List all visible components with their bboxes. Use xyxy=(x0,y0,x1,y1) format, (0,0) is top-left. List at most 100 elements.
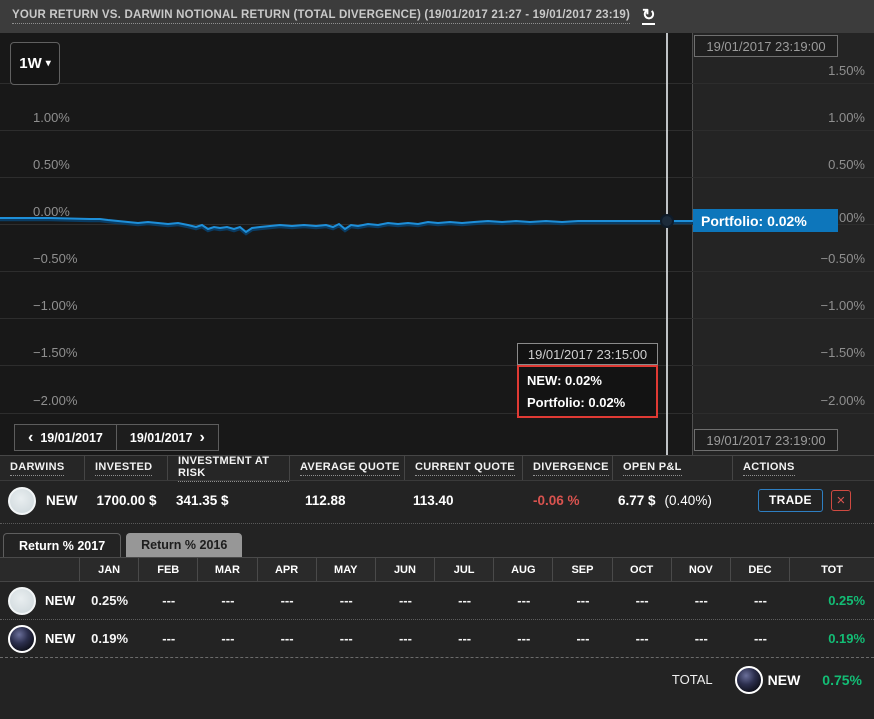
chart-tooltip: 19/01/2017 23:15:00 NEW: 0.02% Portfolio… xyxy=(517,343,658,418)
close-icon: × xyxy=(836,492,845,509)
chevron-down-icon: ▾ xyxy=(46,58,51,69)
y-axis-label-left: 0.00% xyxy=(33,204,70,219)
month-value-sep: --- xyxy=(553,631,612,646)
y-axis-label-left: −1.00% xyxy=(33,298,77,313)
divergence-value: -0.06 % xyxy=(523,493,613,508)
month-value-jan: 0.19% xyxy=(80,631,139,646)
column-header-mar: MAR xyxy=(198,558,257,581)
open-pl-percent: (0.40%) xyxy=(665,493,712,508)
month-value-jul: --- xyxy=(435,593,494,608)
crosshair-line xyxy=(666,33,668,455)
prev-date-button[interactable]: ‹ 19/01/2017 xyxy=(14,424,117,451)
returns-row-1: NEW 0.25% --- --- --- --- --- --- --- --… xyxy=(0,582,874,619)
tooltip-portfolio-value: Portfolio: 0.02% xyxy=(527,395,648,410)
column-header-aug: AUG xyxy=(494,558,553,581)
chevron-right-icon: › xyxy=(199,430,204,446)
total-return-value: 0.25% xyxy=(790,593,874,608)
position-row: NEW 1700.00 $ 341.35 $ 112.88 113.40 -0.… xyxy=(0,481,874,520)
month-value-mar: --- xyxy=(198,631,257,646)
positions-table-header: DARWINS INVESTED INVESTMENT AT RISK AVER… xyxy=(0,455,874,481)
month-value-mar: --- xyxy=(198,593,257,608)
y-axis-label-right: 1.50% xyxy=(828,63,865,78)
chart-header-bar: YOUR RETURN VS. DARWIN NOTIONAL RETURN (… xyxy=(0,0,874,33)
crosshair-date-top: 19/01/2017 23:19:00 xyxy=(694,35,838,57)
divider xyxy=(0,523,874,524)
month-value-aug: --- xyxy=(494,631,553,646)
column-header-oct: OCT xyxy=(613,558,672,581)
chevron-left-icon: ‹ xyxy=(28,430,33,446)
month-value-aug: --- xyxy=(494,593,553,608)
open-pl-cell: 6.77 $ (0.40%) xyxy=(613,493,733,508)
month-value-apr: --- xyxy=(258,631,317,646)
grand-total-value: 0.75% xyxy=(822,672,862,688)
darwin-name: NEW xyxy=(46,493,78,508)
refresh-icon[interactable]: ↻ xyxy=(642,9,655,25)
y-axis-label-right: −2.00% xyxy=(821,393,865,408)
open-pl-value: 6.77 $ xyxy=(618,493,656,508)
column-header-current-quote: CURRENT QUOTE xyxy=(405,456,523,480)
month-value-dec: --- xyxy=(731,631,790,646)
y-axis-label-right: −0.50% xyxy=(821,251,865,266)
month-value-jun: --- xyxy=(376,631,435,646)
darwin-name: NEW xyxy=(45,593,75,608)
timeframe-dropdown[interactable]: 1W ▾ xyxy=(10,42,60,85)
column-header-sep: SEP xyxy=(553,558,612,581)
column-header-jan: JAN xyxy=(80,558,139,581)
tab-return-2016[interactable]: Return % 2016 xyxy=(126,533,242,557)
trade-button[interactable]: TRADE xyxy=(758,489,823,512)
close-position-button[interactable]: × xyxy=(831,490,851,511)
column-header-invested: INVESTED xyxy=(85,456,168,480)
month-value-nov: --- xyxy=(672,593,731,608)
column-header-open-pl: OPEN P&L xyxy=(613,456,733,480)
column-header-nov: NOV xyxy=(672,558,731,581)
invested-value: 1700.00 $ xyxy=(85,493,168,508)
current-quote-value: 113.40 xyxy=(405,493,523,508)
darwin-cell: NEW xyxy=(0,625,80,653)
column-header-tot: TOT xyxy=(790,558,874,581)
y-axis-label-left: −0.50% xyxy=(33,251,77,266)
month-value-oct: --- xyxy=(613,593,672,608)
darwin-name: NEW xyxy=(768,672,801,688)
y-axis-label-left: 1.00% xyxy=(33,110,70,125)
crosshair-date-bottom: 19/01/2017 23:19:00 xyxy=(694,429,838,451)
returns-table-header: JAN FEB MAR APR MAY JUN JUL AUG SEP OCT … xyxy=(0,557,874,582)
column-header-jul: JUL xyxy=(435,558,494,581)
month-value-feb: --- xyxy=(139,631,198,646)
tab-return-2017[interactable]: Return % 2017 xyxy=(3,533,121,557)
prev-date-label: 19/01/2017 xyxy=(40,431,103,445)
darwin-avatar xyxy=(735,666,763,694)
column-header-actions: ACTIONS xyxy=(733,456,874,480)
next-date-label: 19/01/2017 xyxy=(130,431,193,445)
month-value-nov: --- xyxy=(672,631,731,646)
portfolio-value-tag: Portfolio: 0.02% xyxy=(693,209,838,232)
next-date-button[interactable]: 19/01/2017 › xyxy=(116,424,219,451)
page-title: YOUR RETURN VS. DARWIN NOTIONAL RETURN (… xyxy=(12,9,630,24)
month-value-jan: 0.25% xyxy=(80,593,139,608)
returns-tabs: Return % 2017 Return % 2016 xyxy=(3,533,874,557)
column-header-average-quote: AVERAGE QUOTE xyxy=(290,456,405,480)
month-value-sep: --- xyxy=(553,593,612,608)
returns-row-2: NEW 0.19% --- --- --- --- --- --- --- --… xyxy=(0,619,874,657)
tooltip-new-value: NEW: 0.02% xyxy=(527,373,648,388)
darwin-avatar xyxy=(8,487,36,515)
month-value-dec: --- xyxy=(731,593,790,608)
return-line-chart xyxy=(0,33,874,455)
tooltip-body: NEW: 0.02% Portfolio: 0.02% xyxy=(517,365,658,418)
timeframe-label: 1W xyxy=(19,55,42,72)
y-axis-label-right: 0.50% xyxy=(828,157,865,172)
y-axis-label-left: −2.00% xyxy=(33,393,77,408)
darwin-cell: NEW xyxy=(0,587,80,615)
column-header-jun: JUN xyxy=(376,558,435,581)
month-value-may: --- xyxy=(317,631,376,646)
month-value-jun: --- xyxy=(376,593,435,608)
column-header-feb: FEB xyxy=(139,558,198,581)
y-axis-label-left: 0.50% xyxy=(33,157,70,172)
tooltip-date: 19/01/2017 23:15:00 xyxy=(517,343,658,365)
month-value-oct: --- xyxy=(613,631,672,646)
date-navigation: ‹ 19/01/2017 19/01/2017 › xyxy=(14,424,219,451)
column-header-empty xyxy=(0,558,80,581)
column-header-apr: APR xyxy=(258,558,317,581)
darwin-avatar xyxy=(8,587,36,615)
month-value-may: --- xyxy=(317,593,376,608)
y-axis-label-left: −1.50% xyxy=(33,345,77,360)
